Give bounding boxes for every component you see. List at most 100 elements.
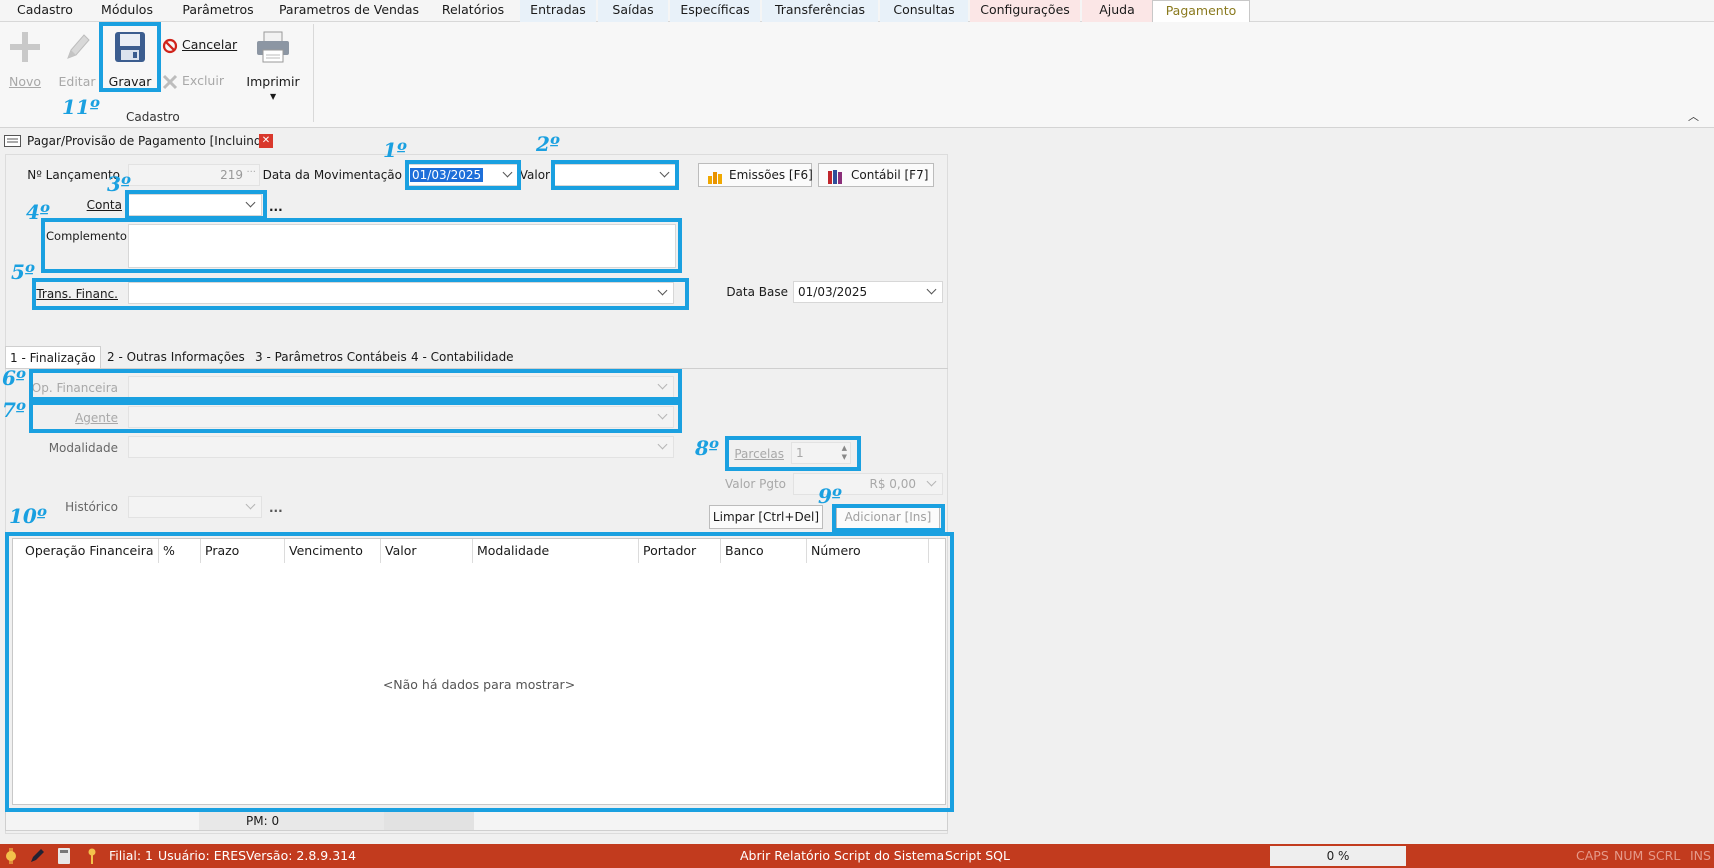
highlight-movement-date [405,160,521,190]
key-icon[interactable] [86,848,98,864]
step-8-label: 8º [695,436,719,460]
menu-entradas[interactable]: Entradas [520,0,596,22]
tab-outras-informacoes[interactable]: 2 - Outras Informações [103,346,249,368]
history-more-button[interactable]: ... [269,501,283,515]
step-9-label: 9º [818,484,842,508]
cancel-icon [162,38,178,54]
close-icon[interactable]: ✕ [259,134,273,148]
step-11-label: 11º [62,95,100,119]
num-indicator: NUM [1614,848,1644,863]
menu-modulos[interactable]: Módulos [94,0,160,22]
cancel-button[interactable]: Cancelar [162,36,238,56]
delete-button[interactable]: Excluir [162,72,236,92]
document-tab-title: Pagar/Provisão de Pagamento [Incluindo] [27,134,274,148]
step-5-label: 5º [11,260,35,284]
launch-number-value: 219 [220,168,243,182]
modality-label: Modalidade [48,441,118,455]
tools-icon[interactable] [3,848,19,864]
account-more-button[interactable]: ... [269,200,283,214]
highlight-installments [725,436,861,471]
calculator-icon[interactable] [57,848,71,864]
base-date-value: 01/03/2025 [798,285,868,299]
accounting-button-label: Contábil [F7] [851,168,929,182]
sql-script-link[interactable]: Script SQL [945,848,1010,863]
grid-footer: PM: 0 [5,811,948,831]
menu-especificas[interactable]: Específicas [670,0,760,22]
books-icon [827,169,845,184]
modality-field[interactable] [128,436,674,458]
tab-parametros-contabeis[interactable]: 3 - Parâmetros Contábeis [251,346,407,368]
edit-label: Editar [58,74,96,89]
highlight-add-button [832,504,945,532]
edit-button[interactable]: Editar [54,26,100,96]
new-button[interactable]: Novo [2,26,48,96]
highlight-account [125,190,267,220]
step-6-label: 6º [2,366,26,390]
step-1-label: 1º [383,138,407,162]
menu-parametros-vendas[interactable]: Parametros de Vendas [276,0,422,22]
menu-pagamento[interactable]: Pagamento [1152,0,1250,23]
grid-footer-cell [199,812,384,830]
open-report-link[interactable]: Abrir Relatório [740,848,830,863]
emissions-button[interactable]: Emissões [F6] [698,163,813,187]
step-7-label: 7º [2,398,26,422]
chevron-down-icon[interactable] [926,285,938,297]
menu-transferencias[interactable]: Transferências [762,0,878,22]
ribbon: Novo Editar Gravar Cancelar Excluir Impr… [0,22,1714,128]
menu-saidas[interactable]: Saídas [598,0,668,22]
status-user: Usuário: ERES [158,848,247,863]
payment-value-field[interactable]: R$ 0,00 [793,473,943,495]
payment-value: R$ 0,00 [869,477,916,491]
ins-indicator: INS [1690,848,1711,863]
account-label: Conta [86,198,122,212]
menu-ajuda[interactable]: Ajuda [1082,0,1152,22]
print-button[interactable]: Imprimir ▼ [244,26,302,106]
caps-indicator: CAPS [1576,848,1609,863]
menu-parametros[interactable]: Parâmetros [176,0,260,22]
step-4-label: 4º [26,200,50,224]
menu-consultas[interactable]: Consultas [880,0,968,22]
highlight-complement [41,218,682,273]
base-date-label: Data Base [726,285,788,299]
pencil-icon [62,30,94,64]
payment-value-label: Valor Pgto [725,477,786,491]
base-date-field[interactable]: 01/03/2025 [793,281,943,303]
chevron-down-icon[interactable] [926,477,938,489]
new-label: Novo [8,74,42,89]
ribbon-group-separator [313,24,314,122]
x-icon [162,74,178,90]
plus-icon [8,30,42,64]
launch-number-field: 219 ··· [128,164,260,186]
status-version: Versão: 2.8.9.314 [246,848,357,863]
menu-cadastro[interactable]: Cadastro [12,0,78,22]
print-label: Imprimir [246,74,300,89]
tab-finalizacao[interactable]: 1 - Finalização [5,346,101,368]
form-icon [4,135,21,147]
status-bar: Filial: 1 Usuário: ERES Versão: 2.8.9.31… [0,844,1714,868]
delete-label: Excluir [182,73,224,88]
highlight-trans-financ [32,278,689,310]
pen-icon[interactable] [29,848,45,864]
collapse-ribbon-icon[interactable]: ︿ [1688,108,1699,124]
highlight-save-button [99,22,161,92]
grid-footer-pm: PM: 0 [246,814,280,828]
movement-date-label: Data da Movimentação [262,168,402,182]
clear-button[interactable]: Limpar [Ctrl+Del] [709,505,823,529]
highlight-op-financeira [29,369,682,401]
history-field[interactable] [128,496,262,518]
highlight-value [551,160,679,190]
dropdown-arrow-icon: ▼ [270,92,277,101]
status-filial: Filial: 1 [109,848,153,863]
launch-number-label: Nº Lançamento [27,168,120,182]
tab-contabilidade[interactable]: 4 - Contabilidade [407,346,519,368]
menu-bar: Cadastro Módulos Parâmetros Parametros d… [0,0,1714,23]
chevron-down-icon[interactable] [245,500,257,512]
menu-configuracoes[interactable]: Configurações [970,0,1080,22]
menu-relatorios[interactable]: Relatórios [436,0,510,22]
accounting-button[interactable]: Contábil [F7] [818,163,934,187]
system-script-link[interactable]: Script do Sistema [834,848,944,863]
ellipsis-icon: ··· [246,167,256,178]
highlight-agent [29,401,682,433]
cancel-label: Cancelar [182,37,238,52]
chevron-down-icon[interactable] [657,440,669,452]
